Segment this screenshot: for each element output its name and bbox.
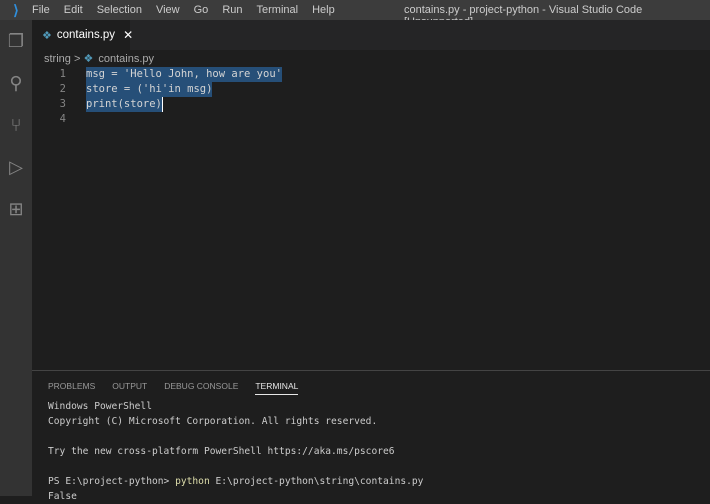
line-number: 3 xyxy=(59,98,66,110)
panel-tabs: PROBLEMS OUTPUT DEBUG CONSOLE TERMINAL xyxy=(48,381,299,395)
terminal-command-line: PS E:\project-python> python E:\project-… xyxy=(48,474,423,489)
close-icon[interactable]: ✕ xyxy=(123,28,133,42)
code-line: 2 store = ('hi'in msg) xyxy=(32,82,710,97)
terminal-line: Copyright (C) Microsoft Corporation. All… xyxy=(48,416,378,427)
menu-terminal[interactable]: Terminal xyxy=(257,4,299,16)
breadcrumb-file[interactable]: contains.py xyxy=(98,53,154,65)
vscode-logo-icon: ⟩ xyxy=(13,1,19,18)
line-number: 1 xyxy=(59,68,66,80)
menu-help[interactable]: Help xyxy=(312,4,335,16)
menu-go[interactable]: Go xyxy=(194,4,209,16)
code-line: 4 xyxy=(32,112,710,127)
terminal-line: Try the new cross-platform PowerShell ht… xyxy=(48,446,395,457)
tab-output[interactable]: OUTPUT xyxy=(112,381,147,395)
source-control-icon[interactable]: ⑂ xyxy=(0,104,32,146)
terminal-args: E:\project-python\string\contains.py xyxy=(209,476,424,487)
tab-problems[interactable]: PROBLEMS xyxy=(48,381,95,395)
bottom-panel: PROBLEMS OUTPUT DEBUG CONSOLE TERMINAL W… xyxy=(32,370,710,502)
code-text[interactable]: print(store) xyxy=(86,97,163,112)
line-number: 4 xyxy=(59,113,66,125)
activity-bar: ❐ ⚲ ⑂ ▷ ⊞ xyxy=(0,20,32,496)
menu-edit[interactable]: Edit xyxy=(64,4,83,16)
terminal-prompt: PS E:\project-python> xyxy=(48,476,176,487)
menu-run[interactable]: Run xyxy=(222,4,242,16)
search-icon[interactable]: ⚲ xyxy=(0,62,32,104)
tab-label: contains.py xyxy=(56,29,116,41)
tab-terminal[interactable]: TERMINAL xyxy=(255,381,299,395)
tab-bar: ❖ contains.py ✕ xyxy=(32,20,710,50)
tab-contains-py[interactable]: ❖ contains.py ✕ xyxy=(32,20,133,50)
code-text[interactable]: msg = 'Hello John, how are you' xyxy=(86,67,282,82)
menu-selection[interactable]: Selection xyxy=(97,4,142,16)
menu-view[interactable]: View xyxy=(156,4,180,16)
extensions-icon[interactable]: ⊞ xyxy=(0,188,32,230)
menu-file[interactable]: File xyxy=(32,4,50,16)
code-text[interactable]: store = ('hi'in msg) xyxy=(86,82,213,97)
menu-bar: File Edit Selection View Go Run Terminal Help xyxy=(32,4,349,16)
run-debug-icon[interactable]: ▷ xyxy=(0,146,32,188)
explorer-icon[interactable]: ❐ xyxy=(0,20,32,62)
breadcrumb-folder[interactable]: string xyxy=(44,53,71,65)
breadcrumb: string > ❖ contains.py xyxy=(44,52,154,65)
python-file-icon: ❖ xyxy=(83,53,94,65)
terminal[interactable]: Windows PowerShell Copyright (C) Microso… xyxy=(48,399,423,504)
code-line: 1 msg = 'Hello John, how are you' xyxy=(32,67,710,82)
line-number: 2 xyxy=(59,83,66,95)
terminal-line: Windows PowerShell xyxy=(48,401,152,412)
chevron-right-icon: > xyxy=(73,53,81,65)
title-bar: ⟩ File Edit Selection View Go Run Terminal Help… xyxy=(0,0,710,28)
terminal-output: False xyxy=(48,491,77,502)
tab-debug-console[interactable]: DEBUG CONSOLE xyxy=(164,381,238,395)
terminal-command: python xyxy=(175,476,210,487)
code-editor[interactable]: 1 msg = 'Hello John, how are you' 2 store … xyxy=(32,67,710,127)
python-file-icon: ❖ xyxy=(42,29,52,42)
code-line: 3 print(store) xyxy=(32,97,710,112)
